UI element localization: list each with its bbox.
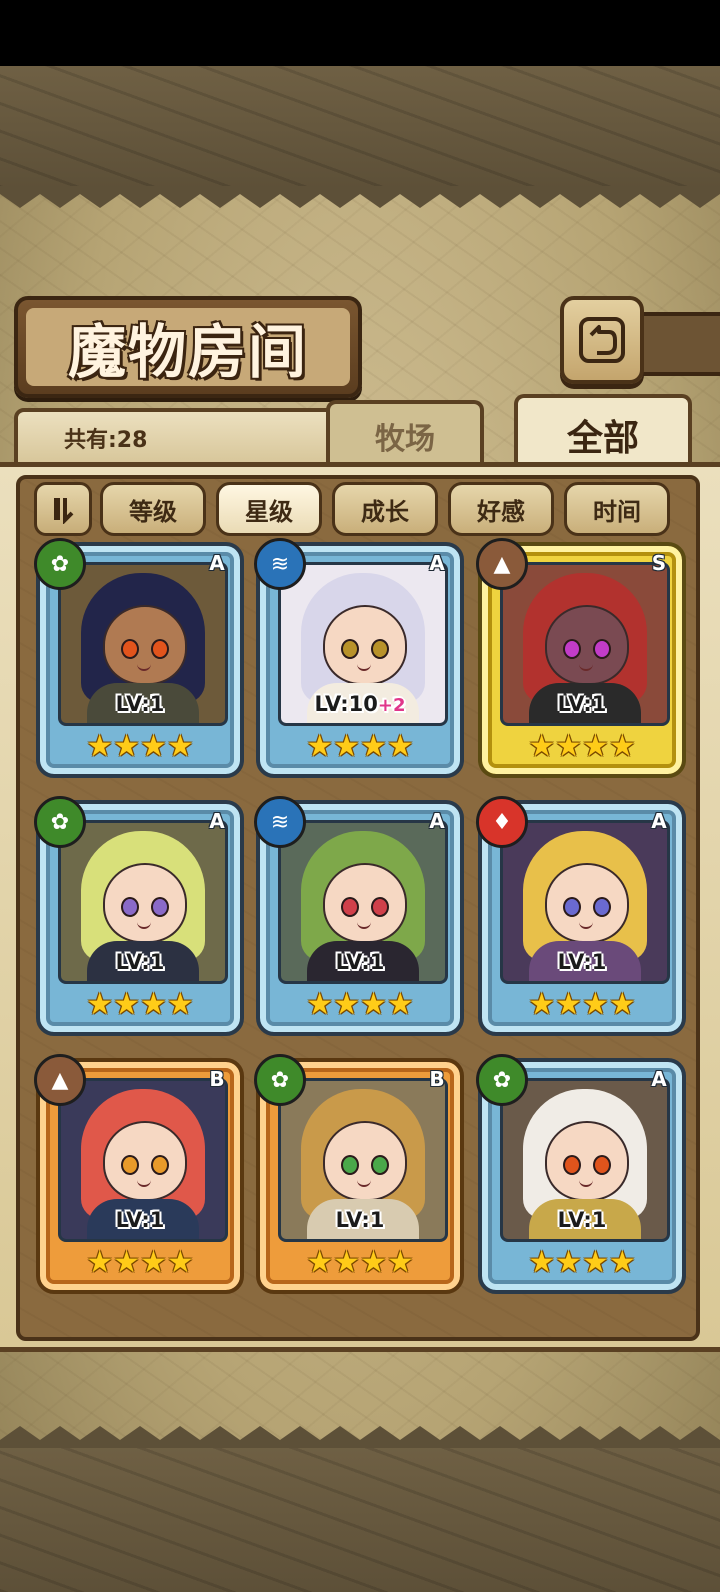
sort-order-icon	[54, 498, 74, 524]
back-strip	[636, 312, 720, 376]
star-rating: ★★★★	[86, 729, 194, 764]
bottom-zigzag-edge	[0, 1426, 720, 1448]
monster-card[interactable]: LV:1 ★★★★ ✿ B	[254, 1054, 464, 1294]
star-rating: ★★★★	[86, 1245, 194, 1280]
monster-card[interactable]: LV:1 ★★★★ ✿ A	[476, 1054, 686, 1294]
monster-level: LV:10+2	[314, 692, 406, 716]
sort-level-button[interactable]: 等级	[100, 482, 206, 536]
monster-level: LV:1	[335, 1208, 385, 1232]
tab-all[interactable]: 全部	[514, 394, 692, 472]
monster-level: LV:1	[557, 1208, 607, 1232]
star-rating: ★★★★	[306, 1245, 414, 1280]
monster-card[interactable]: LV:1 ★★★★ ▲ B	[34, 1054, 244, 1294]
monster-card[interactable]: LV:1 ★★★★ ♦ A	[476, 796, 686, 1036]
rank-badge: A	[209, 551, 225, 575]
rank-badge: A	[429, 809, 445, 833]
grass-icon: ✿	[34, 796, 86, 848]
earth-icon: ▲	[476, 538, 528, 590]
monster-level: LV:1	[115, 692, 165, 716]
star-rating: ★★★★	[306, 987, 414, 1022]
star-rating: ★★★★	[528, 1245, 636, 1280]
back-button[interactable]	[560, 296, 644, 384]
monster-level: LV:1	[557, 692, 607, 716]
star-rating: ★★★★	[528, 987, 636, 1022]
rank-badge: B	[209, 1067, 225, 1091]
sort-growth-button[interactable]: 成长	[332, 482, 438, 536]
grass-icon: ✿	[476, 1054, 528, 1106]
sort-affection-button[interactable]: 好感	[448, 482, 554, 536]
star-rating: ★★★★	[306, 729, 414, 764]
back-arrow-icon	[579, 317, 625, 363]
sort-order-toggle[interactable]	[34, 482, 92, 536]
rank-badge: A	[651, 809, 667, 833]
sort-star-button[interactable]: 星级	[216, 482, 322, 536]
star-rating: ★★★★	[86, 987, 194, 1022]
monster-count: 共有:28	[64, 428, 148, 453]
monster-card[interactable]: LV:1 ★★★★ ✿ A	[34, 796, 244, 1036]
sort-time-button[interactable]: 时间	[564, 482, 670, 536]
monster-level: LV:1	[335, 950, 385, 974]
monster-level: LV:1	[115, 1208, 165, 1232]
monster-card[interactable]: LV:1 ★★★★ ≋ A	[254, 796, 464, 1036]
top-map-band	[0, 66, 720, 188]
earth-icon: ▲	[34, 1054, 86, 1106]
monster-card[interactable]: LV:1 ★★★★ ✿ A	[34, 538, 244, 778]
rank-badge: B	[429, 1067, 445, 1091]
fire-icon: ♦	[476, 796, 528, 848]
monster-level: LV:1	[557, 950, 607, 974]
tab-farm[interactable]: 牧场	[326, 400, 484, 468]
rank-badge: A	[429, 551, 445, 575]
monster-card[interactable]: LV:1 ★★★★ ▲ S	[476, 538, 686, 778]
top-zigzag-edge	[0, 186, 720, 208]
bottom-map-band	[0, 1446, 720, 1592]
rank-badge: A	[651, 1067, 667, 1091]
monster-card[interactable]: LV:10+2 ★★★★ ≋ A	[254, 538, 464, 778]
grass-icon: ✿	[254, 1054, 306, 1106]
water-icon: ≋	[254, 538, 306, 590]
rank-badge: A	[209, 809, 225, 833]
rank-badge: S	[651, 551, 667, 575]
star-rating: ★★★★	[528, 729, 636, 764]
water-icon: ≋	[254, 796, 306, 848]
title-plate: 魔物房间	[14, 296, 362, 398]
monster-level: LV:1	[115, 950, 165, 974]
grass-icon: ✿	[34, 538, 86, 590]
page-title: 魔物房间	[67, 318, 308, 386]
